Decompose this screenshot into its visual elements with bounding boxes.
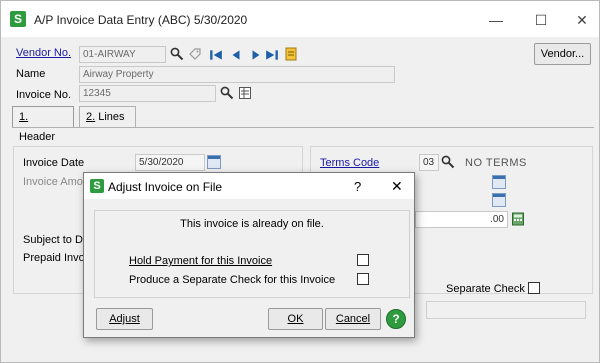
separate-check-option-checkbox[interactable] (357, 273, 369, 285)
minimize-icon[interactable]: — (481, 10, 511, 30)
invoice-no-label: Invoice No. (16, 89, 72, 101)
dialog-message: This invoice is already on file. (180, 218, 324, 230)
name-field[interactable]: Airway Property (79, 66, 395, 83)
cancel-button[interactable]: Cancel (325, 308, 381, 330)
sage-logo-icon: S (10, 11, 26, 27)
terms-code-label[interactable]: Terms Code (320, 157, 379, 169)
title-bar: S A/P Invoice Data Entry (ABC) 5/30/2020… (1, 1, 599, 37)
tab-header[interactable]: 1. Header (12, 106, 74, 143)
calculator-icon[interactable] (511, 212, 525, 226)
lookup-icon[interactable] (170, 47, 184, 61)
invoice-date-label: Invoice Date (23, 157, 85, 169)
tab-lines-number: 2. (86, 111, 96, 123)
next-record-icon[interactable] (249, 48, 263, 62)
invoice-lookup-icon[interactable] (220, 86, 234, 100)
maximize-icon[interactable]: ☐ (526, 10, 556, 30)
comment-field[interactable] (426, 301, 586, 319)
adjust-button-label: Adjust (109, 313, 140, 325)
invoice-list-icon[interactable] (238, 86, 252, 100)
help-button[interactable]: ? (386, 309, 406, 329)
dialog-title-bar: S Adjust Invoice on File ? ✕ (84, 173, 414, 199)
terms-description: NO TERMS (465, 157, 527, 169)
separate-check-label: Separate Check (446, 283, 525, 295)
ok-button[interactable]: OK (268, 308, 323, 330)
dialog-close-icon[interactable]: ✕ (391, 178, 403, 195)
discount-date-calendar-icon[interactable] (492, 193, 506, 207)
dialog-title: Adjust Invoice on File (108, 180, 223, 194)
tab-header-number: 1. (19, 111, 29, 123)
close-icon[interactable]: ✕ (567, 10, 597, 30)
dialog-help-icon[interactable]: ? (354, 179, 361, 194)
name-label: Name (16, 68, 46, 80)
tag-icon[interactable] (188, 47, 202, 61)
separate-check-checkbox[interactable] (528, 282, 540, 294)
vendor-button[interactable]: Vendor... (534, 43, 591, 65)
memo-icon[interactable] (284, 47, 298, 61)
previous-record-icon[interactable] (229, 48, 243, 62)
vendor-no-field[interactable]: 01-AIRWAY (79, 46, 166, 63)
vendor-button-label: Vendor... (540, 48, 585, 60)
invoice-no-field[interactable]: 12345 (79, 85, 216, 102)
terms-lookup-icon[interactable] (441, 155, 455, 169)
ok-button-label: OK (287, 313, 304, 325)
window-title: A/P Invoice Data Entry (ABC) 5/30/2020 (34, 13, 248, 27)
hold-payment-label: Hold Payment for this Invoice (129, 255, 273, 267)
adjust-button[interactable]: Adjust (96, 308, 153, 330)
vendor-no-label[interactable]: Vendor No. (16, 47, 71, 59)
tab-divider (12, 127, 594, 128)
tab-lines[interactable]: 2. Lines (79, 106, 136, 128)
tab-header-label: Header (19, 131, 56, 143)
discount-amount-field[interactable]: .00 (415, 211, 508, 228)
cancel-button-label: Cancel (335, 313, 371, 325)
terms-code-field[interactable]: 03 (419, 154, 439, 171)
first-record-icon[interactable] (209, 48, 223, 62)
hold-payment-checkbox[interactable] (357, 254, 369, 266)
dialog-logo-icon: S (90, 179, 104, 193)
dialog-content-panel: This invoice is already on file. Hold Pa… (94, 210, 410, 298)
adjust-invoice-dialog: S Adjust Invoice on File ? ✕ This invoic… (83, 172, 415, 338)
separate-check-option-label: Produce a Separate Check for this Invoic… (129, 274, 336, 286)
tab-lines-label: Lines (95, 111, 125, 123)
calendar-icon[interactable] (207, 155, 221, 169)
invoice-date-field[interactable]: 5/30/2020 (135, 154, 205, 171)
last-record-icon[interactable] (265, 48, 279, 62)
due-date-calendar-icon[interactable] (492, 175, 506, 189)
